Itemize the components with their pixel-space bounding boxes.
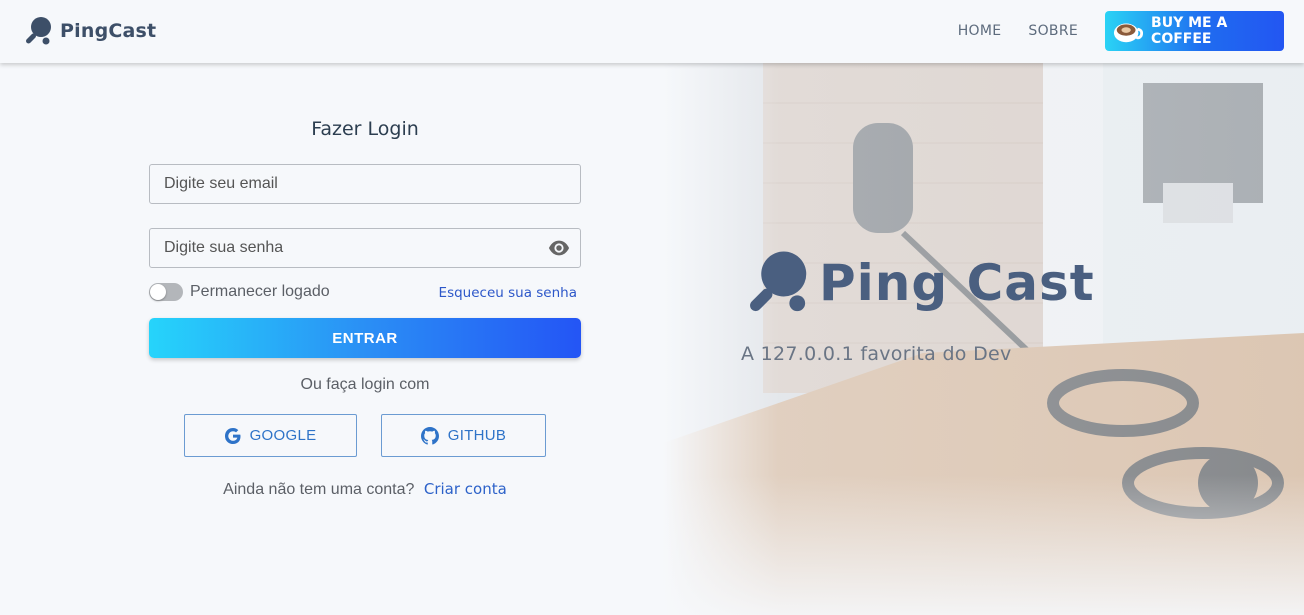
hero-title: Ping Cast [819,254,1095,312]
login-title: Fazer Login [311,118,419,140]
top-navbar: PingCast HOME SOBRE BUY ME A COFFEE [0,0,1304,63]
hero-panel: Ping Cast A 127.0.0.1 favorita do Dev [663,63,1304,615]
nav-menu: HOME SOBRE BUY ME A COFFEE [958,11,1284,51]
github-login-button[interactable]: GITHUB [381,414,546,457]
ping-pong-icon [750,251,807,312]
ping-pong-icon [26,17,51,45]
hero-bottom-fade [663,475,1304,615]
hero-tagline: A 127.0.0.1 favorita do Dev [741,343,1012,365]
eye-icon[interactable] [548,238,570,258]
google-login-button[interactable]: GOOGLE [184,414,357,457]
nav-home-link[interactable]: HOME [958,23,1002,39]
google-button-label: GOOGLE [249,427,317,444]
buy-me-a-coffee-button[interactable]: BUY ME A COFFEE [1105,11,1284,51]
remember-me: Permanecer logado [149,283,330,301]
github-icon [420,426,439,445]
forgot-password-link[interactable]: Esqueceu sua senha [439,285,577,301]
coffee-button-label: BUY ME A COFFEE [1151,15,1228,47]
hero-logo: Ping Cast [741,247,1095,319]
login-submit-button[interactable]: ENTRAR [149,318,581,358]
remember-me-toggle[interactable] [149,283,183,301]
brand-logo[interactable]: PingCast [22,15,156,47]
social-login-divider-text: Ou faça login com [300,376,430,393]
github-button-label: GITHUB [447,427,507,444]
password-input[interactable] [149,228,581,268]
coffee-cup-icon [1113,23,1144,43]
google-icon [224,427,241,444]
signup-prompt: Ainda não tem uma conta? Criar conta [149,480,581,499]
email-input[interactable] [149,164,581,204]
remember-me-label: Permanecer logado [190,283,330,300]
create-account-link[interactable]: Criar conta [424,480,507,498]
brand-name: PingCast [60,20,157,42]
nav-sobre-link[interactable]: SOBRE [1028,23,1078,39]
signup-question: Ainda não tem uma conta? [223,481,415,498]
